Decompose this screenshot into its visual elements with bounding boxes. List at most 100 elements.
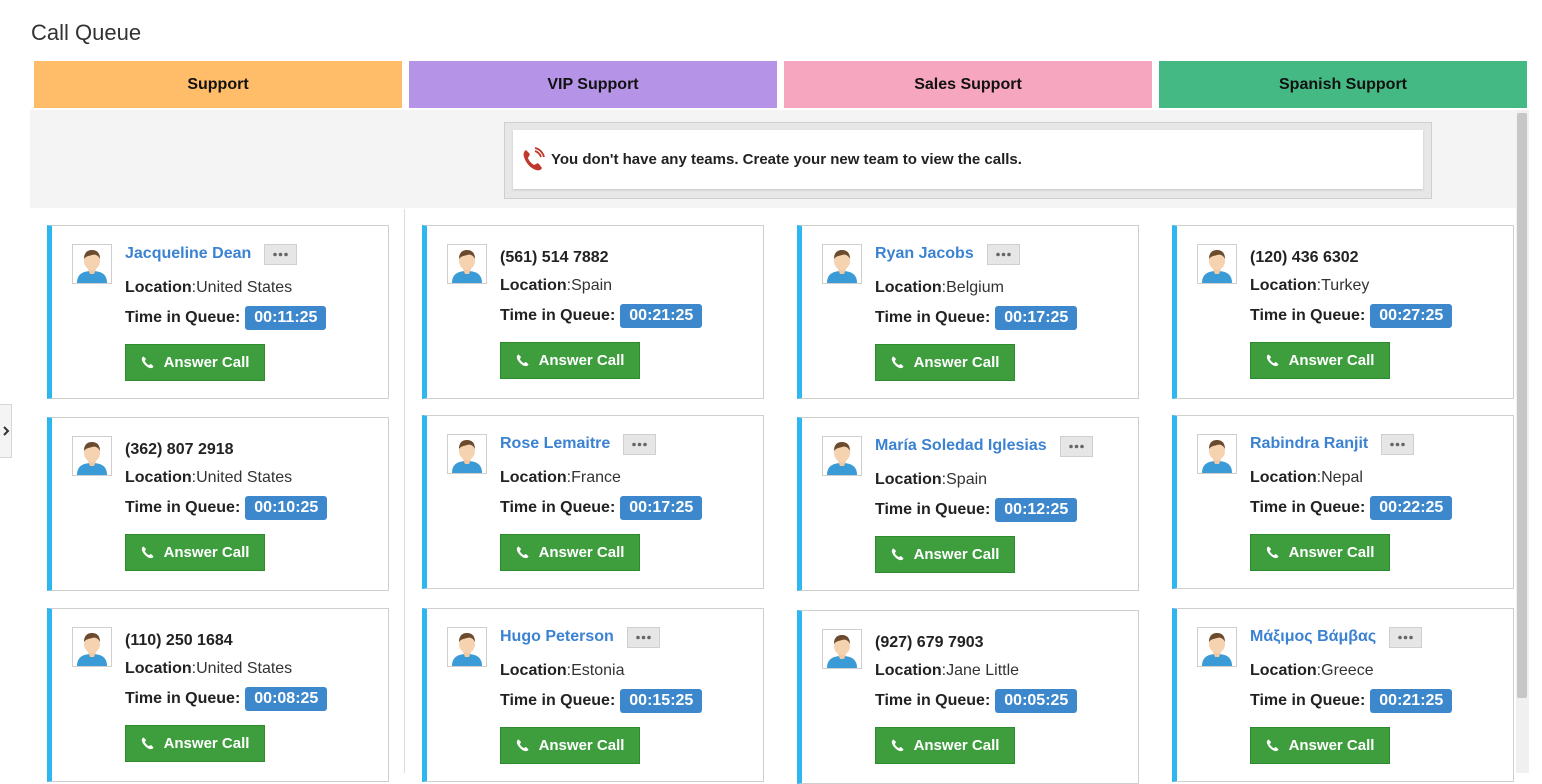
location-value: Spain xyxy=(571,277,613,294)
call-card: (110) 250 1684 Location:United States Time… xyxy=(47,608,389,782)
scrollbar[interactable] xyxy=(1516,110,1529,773)
phone-call-icon xyxy=(523,146,545,170)
call-card: (561) 514 7882 Location:Spain Time in Queu… xyxy=(422,225,764,399)
time-in-queue-badge: 00:22:25 xyxy=(1370,496,1453,520)
caller-name[interactable]: Jacqueline Dean xyxy=(125,245,251,263)
answer-call-button[interactable]: Answer Call xyxy=(500,727,640,764)
time-in-queue: Time in Queue: 00:12:25 xyxy=(875,498,1078,522)
answer-call-label: Answer Call xyxy=(163,544,250,561)
ellipsis-icon xyxy=(632,442,647,447)
ellipsis-icon xyxy=(273,252,288,257)
queue-tab-vip-support[interactable]: VIP Support xyxy=(409,61,777,108)
more-options-button[interactable] xyxy=(1060,436,1093,457)
time-in-queue-label: Time in Queue: xyxy=(1250,307,1366,324)
caller-name[interactable]: Rabindra Ranjit xyxy=(1250,435,1368,453)
user-avatar-icon xyxy=(73,628,111,666)
ellipsis-icon xyxy=(1390,442,1405,447)
avatar xyxy=(447,627,487,667)
time-in-queue: Time in Queue: 00:11:25 xyxy=(125,306,327,330)
call-card: María Soledad Iglesias Location:Spain Time… xyxy=(797,417,1139,591)
time-in-queue-label: Time in Queue: xyxy=(1250,692,1366,709)
call-card: Rose Lemaitre Location:France Time in Queu… xyxy=(422,415,764,589)
caller-name[interactable]: Rose Lemaitre xyxy=(500,435,610,453)
avatar xyxy=(822,244,862,284)
scrollbar-thumb[interactable] xyxy=(1517,113,1527,698)
notice-text: You don't have any teams. Create your ne… xyxy=(551,151,1022,168)
notice-panel: You don't have any teams. Create your ne… xyxy=(513,130,1423,189)
answer-call-button[interactable]: Answer Call xyxy=(125,534,265,571)
caller-location: Location:Nepal xyxy=(1250,469,1363,486)
time-in-queue-badge: 00:12:25 xyxy=(995,498,1078,522)
caller-location: Location:Spain xyxy=(500,277,613,294)
time-in-queue: Time in Queue: 00:27:25 xyxy=(1250,304,1453,328)
ellipsis-icon xyxy=(1398,635,1413,640)
time-in-queue: Time in Queue: 00:22:25 xyxy=(1250,496,1453,520)
phone-icon xyxy=(1266,739,1279,752)
answer-call-label: Answer Call xyxy=(1288,737,1375,754)
time-in-queue-label: Time in Queue: xyxy=(1250,499,1366,516)
phone-icon xyxy=(141,546,154,559)
page-title: Call Queue xyxy=(31,20,142,45)
time-in-queue: Time in Queue: 00:05:25 xyxy=(875,689,1078,713)
caller-name[interactable]: Ryan Jacobs xyxy=(875,245,974,263)
location-value: Estonia xyxy=(571,662,625,679)
sidebar-toggle-button[interactable] xyxy=(0,404,12,458)
location-value: Greece xyxy=(1321,662,1374,679)
answer-call-button[interactable]: Answer Call xyxy=(125,344,265,381)
location-label: Location xyxy=(125,279,192,296)
caller-location: Location:United States xyxy=(125,279,293,296)
queue-tab-spanish-support[interactable]: Spanish Support xyxy=(1159,61,1527,108)
caller-location: Location:Spain xyxy=(875,471,988,488)
avatar xyxy=(447,434,487,474)
more-options-button[interactable] xyxy=(987,244,1020,265)
time-in-queue-badge: 00:21:25 xyxy=(620,304,703,328)
answer-call-label: Answer Call xyxy=(913,354,1000,371)
caller-name[interactable]: Μάξιμος Βάμβας xyxy=(1250,628,1376,646)
time-in-queue-badge: 00:05:25 xyxy=(995,689,1078,713)
answer-call-button[interactable]: Answer Call xyxy=(125,725,265,762)
avatar xyxy=(447,244,487,284)
time-in-queue: Time in Queue: 00:10:25 xyxy=(125,496,328,520)
answer-call-label: Answer Call xyxy=(538,352,625,369)
time-in-queue-label: Time in Queue: xyxy=(500,692,616,709)
answer-call-button[interactable]: Answer Call xyxy=(875,727,1015,764)
user-avatar-icon xyxy=(823,245,861,283)
caller-name[interactable]: María Soledad Iglesias xyxy=(875,437,1047,455)
answer-call-button[interactable]: Answer Call xyxy=(1250,727,1390,764)
location-value: France xyxy=(571,469,621,486)
queue-tab-support[interactable]: Support xyxy=(34,61,402,108)
answer-call-button[interactable]: Answer Call xyxy=(875,344,1015,381)
time-in-queue-label: Time in Queue: xyxy=(125,309,241,326)
caller-name[interactable]: Hugo Peterson xyxy=(500,628,614,646)
phone-icon xyxy=(516,354,529,367)
answer-call-button[interactable]: Answer Call xyxy=(500,534,640,571)
caller-location: Location:Greece xyxy=(1250,662,1374,679)
more-options-button[interactable] xyxy=(627,627,660,648)
avatar xyxy=(1197,434,1237,474)
location-value: Nepal xyxy=(1321,469,1363,486)
more-options-button[interactable] xyxy=(623,434,656,455)
answer-call-button[interactable]: Answer Call xyxy=(500,342,640,379)
time-in-queue: Time in Queue: 00:08:25 xyxy=(125,687,328,711)
phone-icon xyxy=(141,737,154,750)
call-card: (927) 679 7903 Location:Jane Little Time i… xyxy=(797,610,1139,784)
caller-location: Location:Estonia xyxy=(500,662,625,679)
answer-call-button[interactable]: Answer Call xyxy=(1250,342,1390,379)
time-in-queue-badge: 00:17:25 xyxy=(620,496,703,520)
more-options-button[interactable] xyxy=(264,244,297,265)
no-teams-notice: You don't have any teams. Create your ne… xyxy=(504,122,1432,199)
more-options-button[interactable] xyxy=(1389,627,1422,648)
user-avatar-icon xyxy=(73,437,111,475)
location-label: Location xyxy=(500,662,567,679)
queue-tab-sales-support[interactable]: Sales Support xyxy=(784,61,1152,108)
location-value: Spain xyxy=(946,471,988,488)
call-card: Rabindra Ranjit Location:Nepal Time in Que… xyxy=(1172,415,1514,589)
answer-call-label: Answer Call xyxy=(913,546,1000,563)
more-options-button[interactable] xyxy=(1381,434,1414,455)
user-avatar-icon xyxy=(823,437,861,475)
user-avatar-icon xyxy=(73,245,111,283)
answer-call-label: Answer Call xyxy=(163,354,250,371)
call-card: Μάξιμος Βάμβας Location:Greece Time in Que… xyxy=(1172,608,1514,782)
answer-call-button[interactable]: Answer Call xyxy=(875,536,1015,573)
answer-call-button[interactable]: Answer Call xyxy=(1250,534,1390,571)
